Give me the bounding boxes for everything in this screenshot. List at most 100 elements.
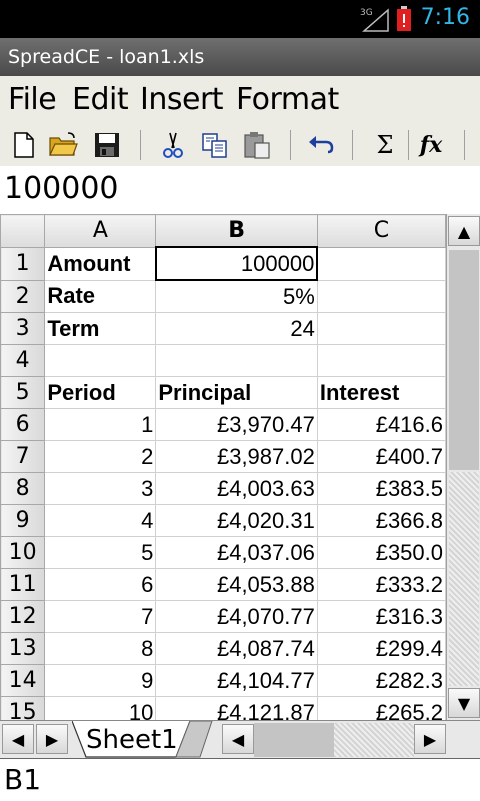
row-header[interactable]: 6 [0, 408, 46, 441]
table-row: 14 9 £4,104.77 £282.3 [0, 664, 446, 697]
vertical-scroll-thumb[interactable] [449, 250, 479, 470]
hscroll-left-arrow-icon[interactable]: ◀ [222, 724, 254, 754]
column-header-c[interactable]: C [316, 214, 446, 248]
cell-c14[interactable]: £282.3 [316, 664, 446, 697]
copy-icon[interactable] [198, 128, 232, 162]
row-header[interactable]: 9 [0, 504, 46, 537]
scroll-up-arrow-icon[interactable]: ▲ [448, 216, 480, 246]
horizontal-scroll-thumb[interactable] [254, 723, 334, 757]
cell-c15[interactable]: £265.2 [316, 696, 446, 720]
cell-a12[interactable]: 7 [44, 600, 157, 633]
cell-a11[interactable]: 6 [44, 568, 157, 601]
sum-icon[interactable]: Σ [368, 128, 402, 162]
spreadsheet-grid[interactable]: A B C 1 Amount 100000 2 Rate 5% 3 Term 2… [0, 214, 446, 720]
row-header[interactable]: 3 [0, 312, 46, 345]
cell-b9[interactable]: £4,020.31 [155, 504, 318, 537]
cell-b4[interactable] [155, 344, 318, 377]
cell-b11[interactable]: £4,053.88 [155, 568, 318, 601]
cell-a6[interactable]: 1 [44, 408, 157, 441]
cell-b6[interactable]: £3,970.47 [155, 408, 318, 441]
paste-icon[interactable] [240, 128, 274, 162]
table-row: 2 Rate 5% [0, 279, 446, 313]
cell-a5[interactable]: Period [44, 376, 157, 409]
cell-c12[interactable]: £316.3 [316, 600, 446, 633]
cell-b12[interactable]: £4,070.77 [155, 600, 318, 633]
cell-c1[interactable] [316, 246, 446, 281]
cell-c10[interactable]: £350.0 [316, 536, 446, 569]
cell-a7[interactable]: 2 [44, 440, 157, 473]
tab-sheet1[interactable]: Sheet1 [72, 721, 222, 759]
row-header[interactable]: 2 [0, 279, 46, 313]
horizontal-scroll-track[interactable] [334, 723, 414, 757]
menu-format[interactable]: Format [236, 82, 339, 117]
sheet-tab-bar: ◀ ▶ Sheet1 ◀ ▶ [0, 720, 480, 760]
cell-a15[interactable]: 10 [44, 696, 157, 720]
menu-edit[interactable]: Edit [72, 82, 129, 117]
cell-b13[interactable]: £4,087.74 [155, 632, 318, 665]
cell-c5[interactable]: Interest [316, 376, 446, 409]
menu-file[interactable]: File [8, 82, 57, 117]
cell-b1[interactable]: 100000 [154, 246, 319, 281]
formula-bar[interactable]: 100000 [0, 166, 480, 216]
row-header[interactable]: 5 [0, 376, 46, 409]
cell-c13[interactable]: £299.4 [316, 632, 446, 665]
cell-b7[interactable]: £3,987.02 [155, 440, 318, 473]
cell-a8[interactable]: 3 [44, 472, 157, 505]
select-all-corner[interactable] [0, 214, 46, 248]
row-header[interactable]: 1 [0, 246, 46, 281]
cell-a2[interactable]: Rate [44, 279, 157, 313]
row-header[interactable]: 8 [0, 472, 46, 505]
row-header[interactable]: 7 [0, 440, 46, 473]
cell-c4[interactable] [316, 344, 446, 377]
row-header[interactable]: 12 [0, 600, 46, 633]
toolbar-separator [408, 130, 409, 160]
vertical-scroll-track[interactable] [449, 472, 479, 686]
cell-a14[interactable]: 9 [44, 664, 157, 697]
cell-c2[interactable] [316, 279, 446, 313]
undo-icon[interactable] [304, 128, 338, 162]
cell-a3[interactable]: Term [44, 312, 157, 345]
cell-b10[interactable]: £4,037.06 [155, 536, 318, 569]
function-icon[interactable]: fx [414, 128, 448, 162]
cell-c9[interactable]: £366.8 [316, 504, 446, 537]
column-header-b[interactable]: B [155, 214, 318, 248]
cell-c6[interactable]: £416.6 [316, 408, 446, 441]
cell-c3[interactable] [316, 312, 446, 345]
hscroll-right-arrow-icon[interactable]: ▶ [414, 724, 446, 754]
cell-b8[interactable]: £4,003.63 [155, 472, 318, 505]
cell-b5[interactable]: Principal [155, 376, 318, 409]
column-header-a[interactable]: A [44, 214, 157, 248]
row-header[interactable]: 4 [0, 344, 46, 377]
cell-a1[interactable]: Amount [44, 246, 157, 281]
vertical-scrollbar[interactable]: ▲ ▼ [446, 214, 480, 720]
cell-a9[interactable]: 4 [44, 504, 157, 537]
row-header[interactable]: 15 [0, 696, 46, 720]
cell-c7[interactable]: £400.7 [316, 440, 446, 473]
menu-insert[interactable]: Insert [140, 82, 224, 117]
row-header[interactable]: 11 [0, 568, 46, 601]
cell-a4[interactable] [44, 344, 157, 377]
save-icon[interactable] [90, 128, 124, 162]
row-header[interactable]: 14 [0, 664, 46, 697]
cell-b3[interactable]: 24 [155, 312, 318, 345]
open-folder-icon[interactable] [46, 128, 80, 162]
cell-b15[interactable]: £4,121.87 [155, 696, 318, 720]
cell-a13[interactable]: 8 [44, 632, 157, 665]
cell-c11[interactable]: £333.2 [316, 568, 446, 601]
table-row: 4 [0, 344, 446, 377]
row-header[interactable]: 10 [0, 536, 46, 569]
cell-c8[interactable]: £383.5 [316, 472, 446, 505]
svg-text:3G: 3G [360, 8, 373, 18]
scroll-down-arrow-icon[interactable]: ▼ [448, 688, 480, 718]
tab-scroll-left-icon[interactable]: ◀ [2, 724, 34, 754]
cell-a10[interactable]: 5 [44, 536, 157, 569]
formula-input[interactable]: 100000 [4, 171, 119, 206]
toolbar-separator [464, 130, 465, 160]
cell-b2[interactable]: 5% [155, 279, 318, 313]
cell-b14[interactable]: £4,104.77 [155, 664, 318, 697]
new-document-icon[interactable] [6, 128, 40, 162]
row-header[interactable]: 13 [0, 632, 46, 665]
cut-icon[interactable] [156, 128, 190, 162]
tab-scroll-right-icon[interactable]: ▶ [36, 724, 68, 754]
function-glyph: fx [419, 132, 443, 158]
